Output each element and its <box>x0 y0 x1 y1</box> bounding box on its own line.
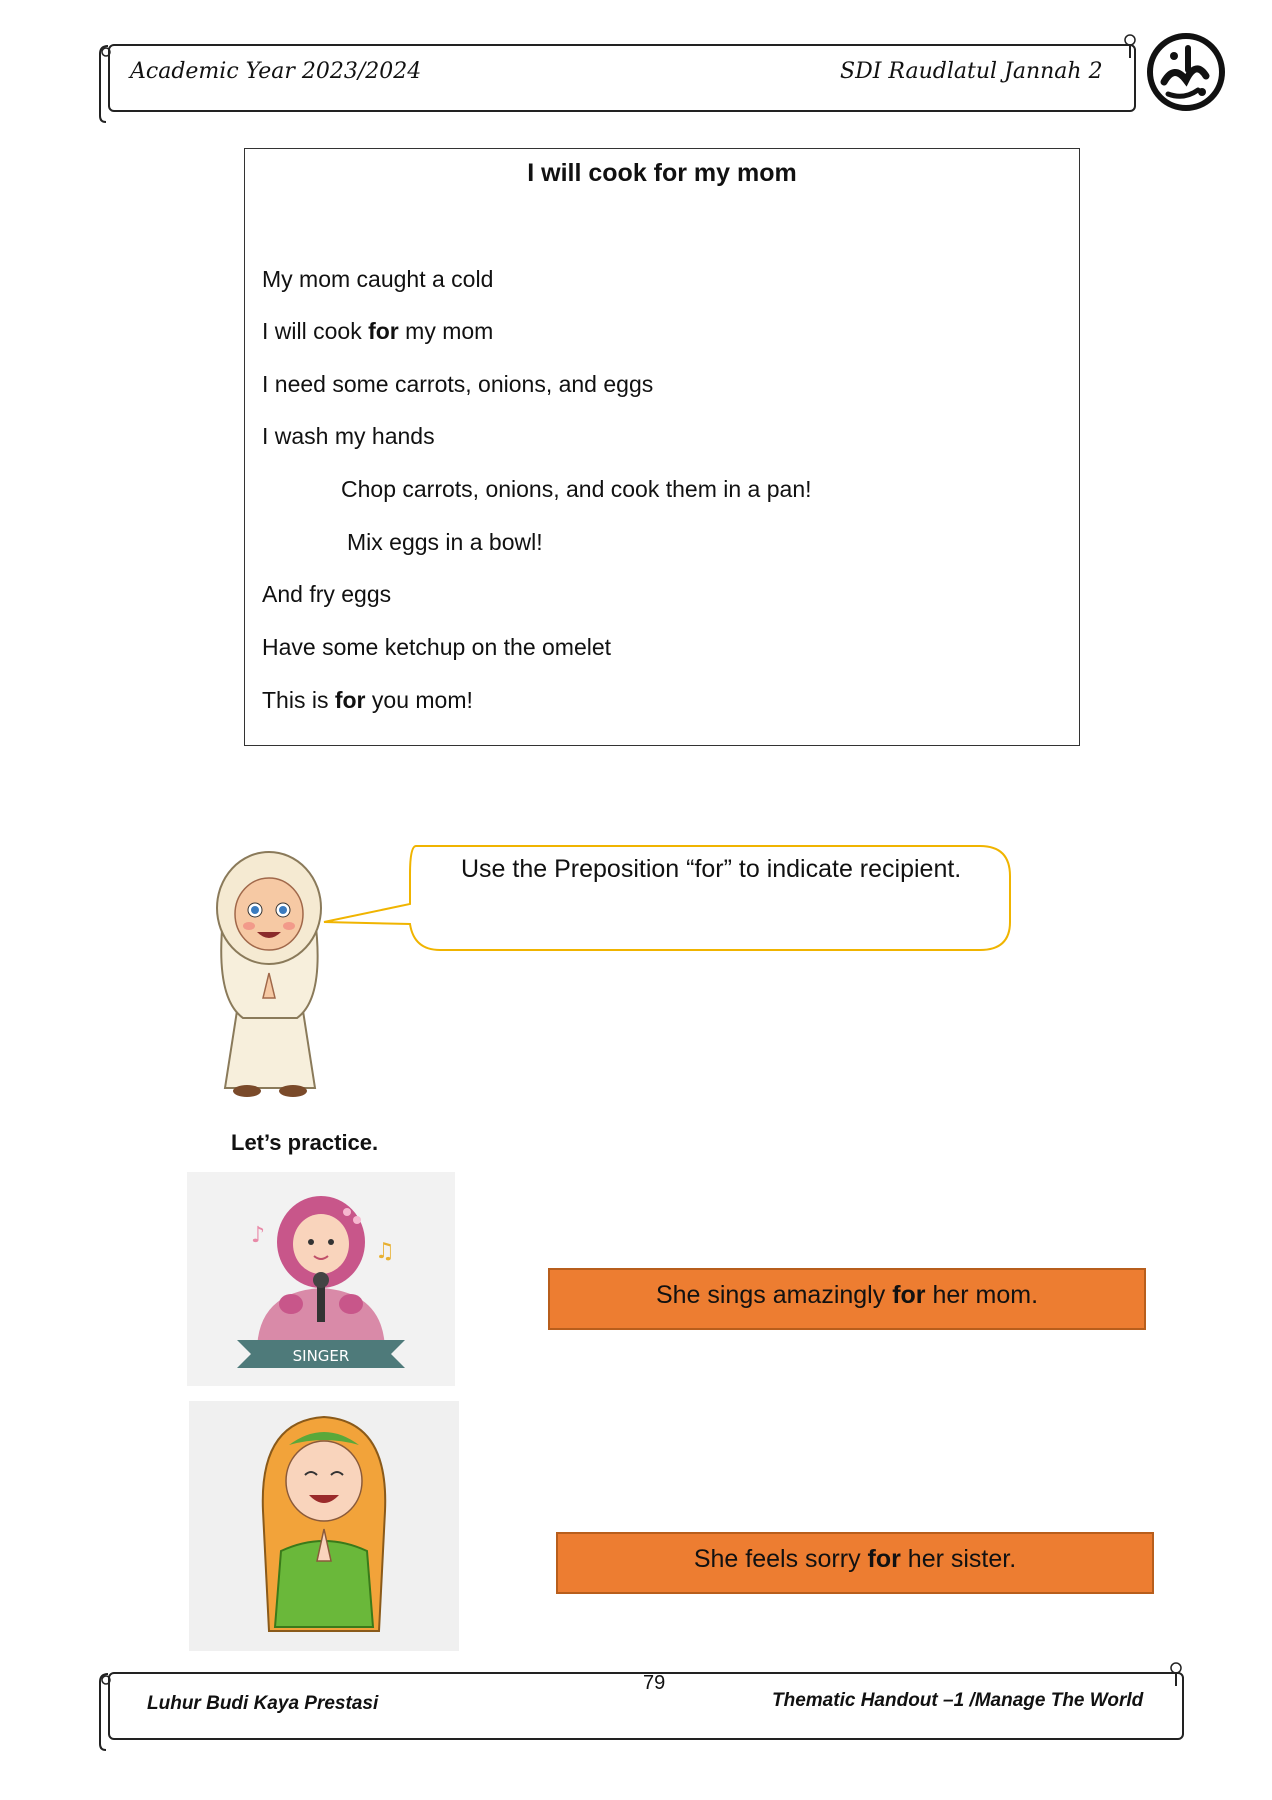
school-logo <box>1147 33 1225 111</box>
story-line-8: Have some ketchup on the omelet <box>262 634 612 660</box>
footer-scroll-curl-right <box>1170 1662 1182 1686</box>
footer-motto: Luhur Budi Kaya Prestasi <box>147 1693 379 1714</box>
girl-illustration <box>216 851 322 1097</box>
story-line-6: Mix eggs in a bowl! <box>347 529 543 555</box>
footer-handout-title: Thematic Handout –1 /Manage The World <box>772 1690 1144 1711</box>
header-scroll-curl-right <box>1124 34 1136 58</box>
story-line-3: I need some carrots, onions, and eggs <box>262 371 654 397</box>
footer-scroll-curl-left <box>99 1673 111 1751</box>
singer-banner-text: SINGER <box>293 1347 350 1365</box>
academic-year: Academic Year 2023/2024 <box>130 59 422 84</box>
sorry-girl-image <box>189 1401 459 1651</box>
story-line-4: I wash my hands <box>262 423 435 449</box>
story-line-9: This is for you mom! <box>262 687 473 713</box>
practice-sentence-1: She sings amazingly for her mom. <box>548 1268 1146 1330</box>
svg-text:♪: ♪ <box>251 1223 265 1248</box>
story-line-7: And fry eggs <box>262 581 392 607</box>
speech-bubble-text: Use the Preposition “for” to indicate re… <box>461 855 962 883</box>
story-line-2: I will cook for my mom <box>262 318 494 344</box>
story-line-1: My mom caught a cold <box>262 266 494 292</box>
singer-image: ♪ ♫ SINGER <box>187 1172 455 1386</box>
story-title: I will cook for my mom <box>527 159 797 187</box>
practice-title: Let’s practice. <box>231 1130 379 1155</box>
story-line-5: Chop carrots, onions, and cook them in a… <box>341 476 812 502</box>
header-scroll-curl-left <box>99 45 111 123</box>
page-number: 79 <box>643 1672 666 1694</box>
story-box: I will cook for my mom My mom caught a c… <box>244 148 1080 746</box>
svg-text:♫: ♫ <box>375 1239 395 1264</box>
practice-sentence-2: She feels sorry for her sister. <box>556 1532 1154 1594</box>
school-name: SDI Raudlatul Jannah 2 <box>840 59 1103 84</box>
